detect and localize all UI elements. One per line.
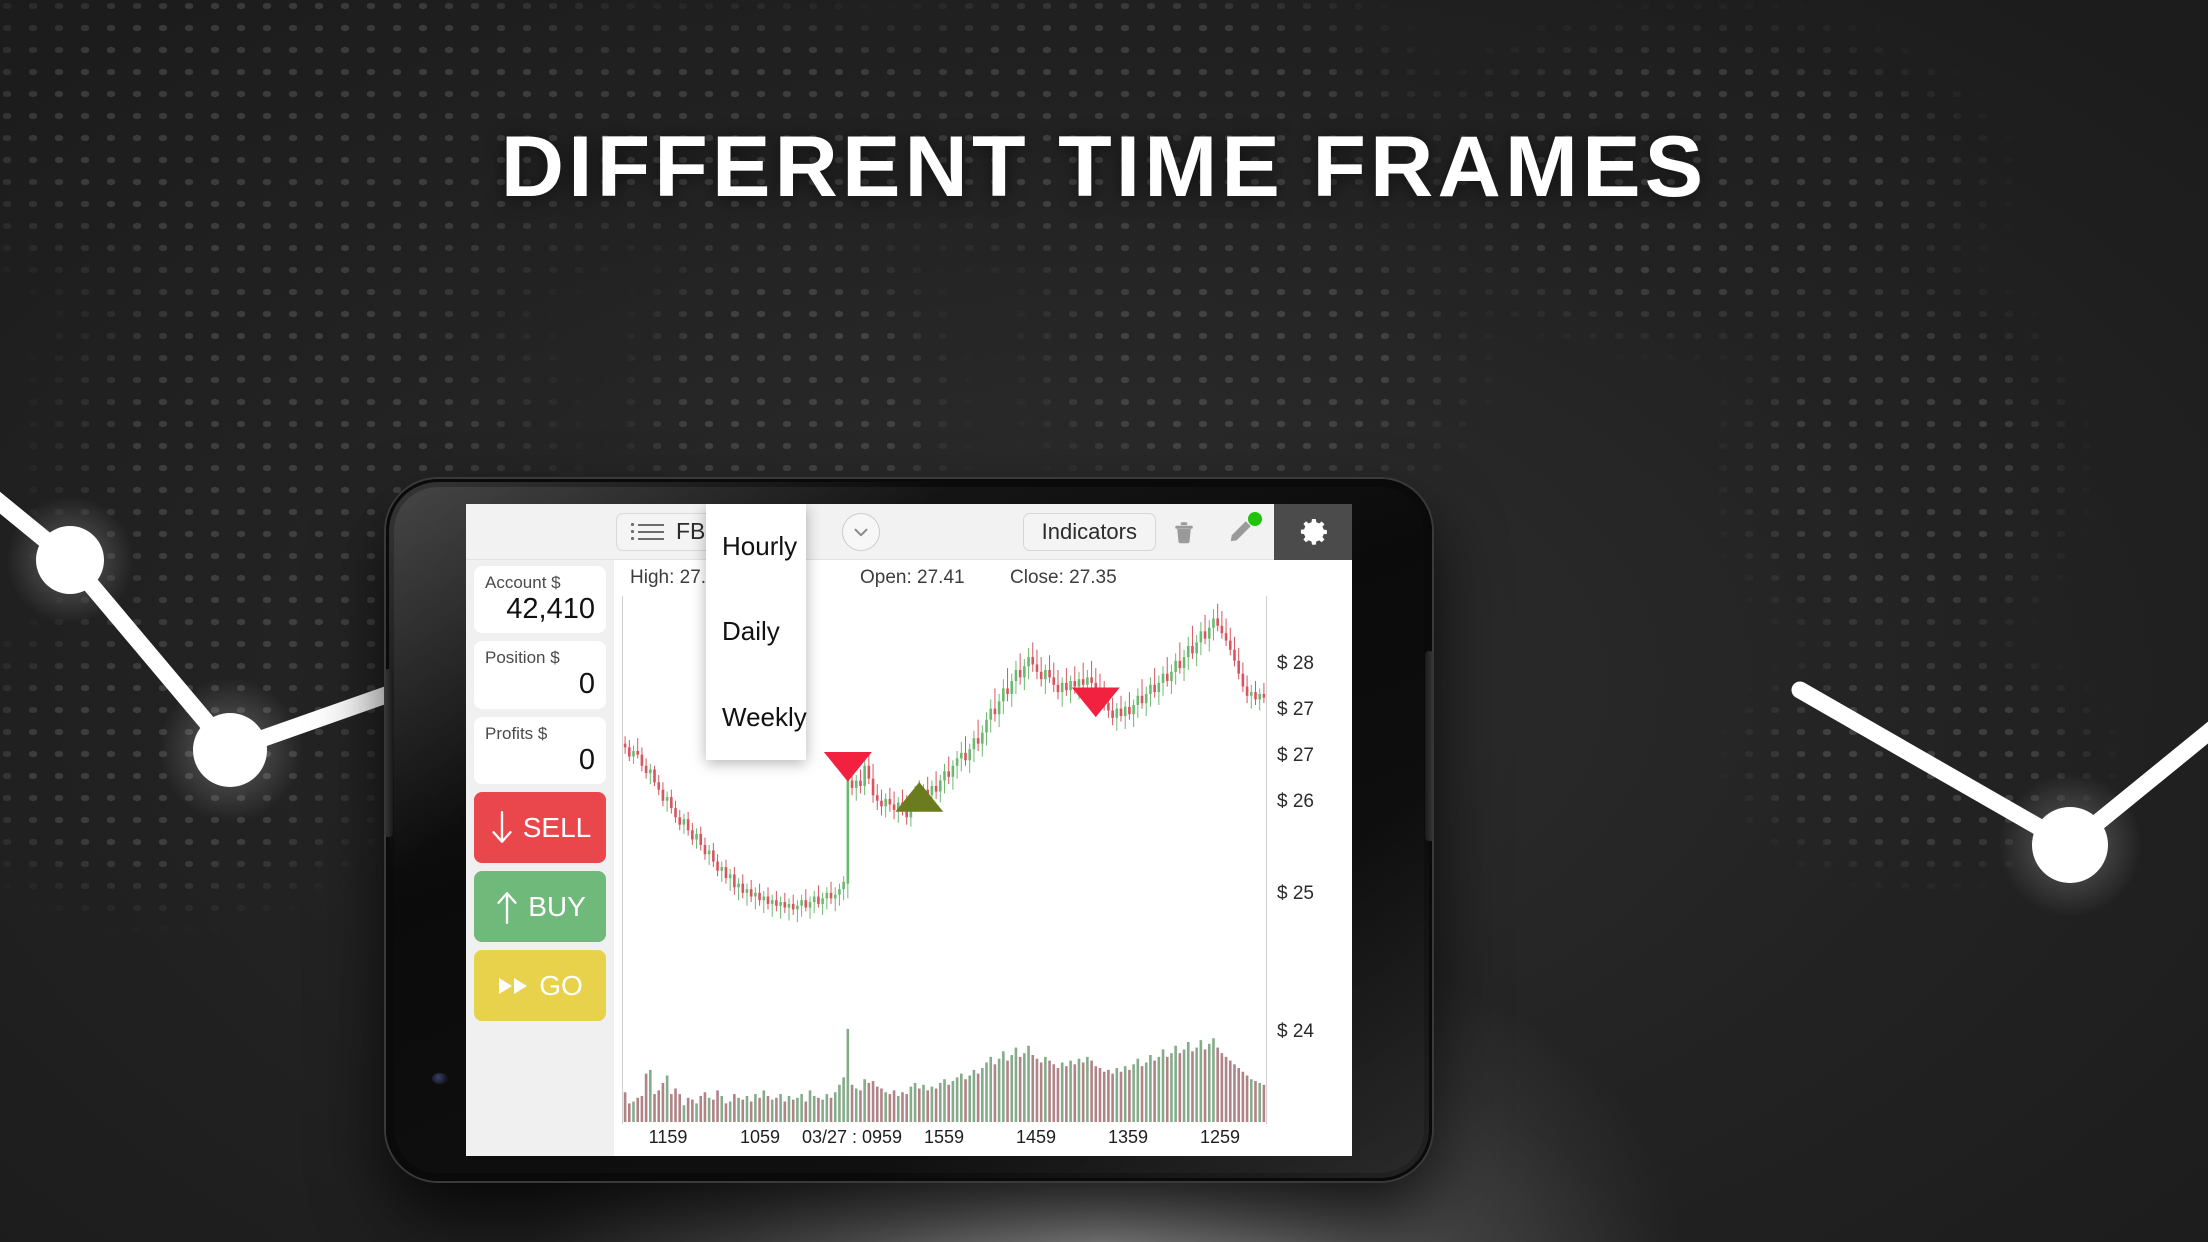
- buy-button[interactable]: BUY: [474, 871, 606, 943]
- app-content: Account $ 42,410 Position $ 0 Profits $ …: [466, 560, 1352, 1156]
- buy-button-label: BUY: [528, 890, 586, 922]
- price-tick: $ 25: [1277, 882, 1314, 904]
- page-title: DIFFERENT TIME FRAMES: [500, 119, 1708, 215]
- stat-card-account: Account $ 42,410: [474, 566, 606, 634]
- time-tick: 1459: [1015, 1127, 1057, 1147]
- price-tick: $ 24: [1277, 1020, 1314, 1042]
- arrow-down-icon: [492, 810, 512, 843]
- phone-device: FB Indicators Hourly Daily Weekly Accoun…: [384, 479, 1434, 1181]
- delete-button[interactable]: [1156, 504, 1212, 560]
- timeframe-option-daily[interactable]: Daily: [706, 589, 806, 674]
- app-screen: FB Indicators Hourly Daily Weekly Accoun…: [466, 504, 1352, 1156]
- price-tick: $ 27: [1277, 744, 1314, 766]
- time-tick: 1059: [739, 1127, 781, 1147]
- symbol-label: FB: [676, 518, 706, 544]
- phone-side-button[interactable]: [384, 669, 393, 837]
- stat-value-account: 42,410: [506, 593, 595, 625]
- stat-value-profits: 0: [578, 743, 595, 776]
- app-toolbar: FB Indicators Hourly Daily Weekly: [466, 504, 1352, 760]
- time-tick: 1359: [1107, 1127, 1149, 1147]
- stat-card-position: Position $ 0: [474, 641, 606, 709]
- stat-label-account: Account $: [485, 573, 561, 592]
- settings-button[interactable]: [1274, 504, 1352, 560]
- timeframe-option-hourly[interactable]: Hourly: [706, 504, 806, 589]
- arrow-up-icon: [497, 891, 517, 924]
- trading-sidebar: Account $ 42,410 Position $ 0 Profits $ …: [466, 560, 614, 1156]
- gear-icon: [1300, 518, 1327, 545]
- price-tick: $ 27: [1277, 698, 1314, 720]
- indicators-button[interactable]: Indicators: [1022, 512, 1156, 551]
- timeframe-dropdown-button[interactable]: [842, 512, 880, 551]
- time-tick: 03/27 : 0959: [801, 1127, 903, 1147]
- time-tick: 1259: [1199, 1127, 1241, 1147]
- time-axis: 1159 1059 03/27 : 0959 1559 1459 1359 1259: [614, 1124, 1352, 1156]
- go-button[interactable]: GO: [474, 950, 606, 1022]
- go-button-label: GO: [539, 969, 583, 1001]
- phone-side-button-right[interactable]: [1425, 651, 1434, 841]
- price-tick: $ 26: [1277, 790, 1314, 812]
- time-tick: 1159: [648, 1127, 688, 1147]
- chevron-down-circle-icon: [854, 528, 868, 536]
- stat-card-profits: Profits $ 0: [474, 716, 606, 785]
- trash-icon: [1175, 521, 1193, 543]
- timeframe-dropdown-menu[interactable]: Hourly Daily Weekly: [706, 504, 807, 760]
- draw-active-badge: [1248, 511, 1262, 526]
- ohlc-open: Open: 27.41: [860, 567, 965, 588]
- price-tick: $ 28: [1277, 652, 1314, 674]
- phone-camera-dot: [432, 1073, 448, 1084]
- list-icon: [631, 523, 664, 540]
- stat-label-profits: Profits $: [485, 723, 548, 743]
- fast-forward-icon: [499, 977, 528, 994]
- stat-label-position: Position $: [485, 648, 560, 668]
- stat-value-position: 0: [578, 668, 595, 701]
- timeframe-option-weekly[interactable]: Weekly: [706, 675, 807, 760]
- sell-button-label: SELL: [522, 811, 592, 843]
- draw-button[interactable]: [1212, 504, 1268, 560]
- sell-button[interactable]: SELL: [474, 792, 606, 864]
- time-tick: 1559: [923, 1127, 965, 1147]
- ohlc-close: Close: 27.35: [1010, 567, 1117, 588]
- price-axis: $ 28 $ 27 $ 27 $ 26 $ 25 $ 24: [1266, 596, 1352, 1124]
